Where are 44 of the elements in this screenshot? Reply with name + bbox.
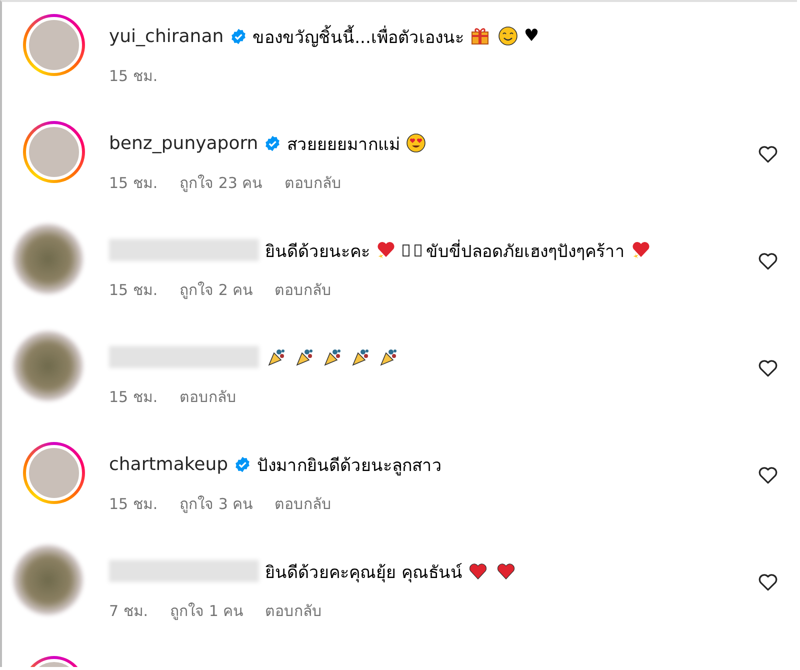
comment-text: ยินดีด้วยนะคะ	[265, 240, 370, 264]
party-popper-icon	[351, 347, 371, 367]
comment-time: 15 ชม.	[109, 173, 158, 194]
reply-link[interactable]: ตอบกลับ	[274, 492, 332, 516]
party-popper-icon	[295, 347, 315, 367]
sparkling-heart-icon	[376, 240, 396, 260]
party-popper-icon	[379, 347, 399, 367]
sparkling-heart-icon	[631, 240, 651, 260]
comment-time: 15 ชม.	[109, 387, 158, 408]
like-heart-icon[interactable]	[757, 357, 779, 379]
comment-time: 15 ชม.	[109, 66, 158, 87]
party-popper-icon	[323, 347, 343, 367]
reply-link[interactable]: ตอบกลับ	[274, 278, 332, 302]
comment-text: ขับขี่ปลอดภัยเฮงๆปังๆคร้าา	[426, 238, 625, 264]
like-heart-icon[interactable]	[757, 571, 779, 593]
username-link[interactable]: chartmakeup	[109, 454, 228, 474]
comment-text: ปังมากยินดีด้วยนะลูกสาว	[257, 454, 442, 478]
comment-text: สวยยยยมากแม่	[287, 134, 400, 156]
username-link[interactable]: benz_punyaporn	[109, 132, 258, 154]
like-count-link[interactable]: ถูกใจ 3 คน	[180, 492, 253, 516]
heart-eyes-face-icon	[406, 133, 426, 153]
reply-link[interactable]: ตอบกลับ	[284, 171, 342, 195]
like-heart-icon[interactable]	[757, 250, 779, 272]
reply-link[interactable]: ตอบกลับ	[180, 385, 237, 409]
reply-link[interactable]: ตอบกลับ	[265, 599, 322, 623]
comment-text: ♥	[524, 26, 540, 46]
heart-emoji-icon	[496, 561, 516, 581]
like-heart-icon[interactable]	[757, 464, 779, 486]
smiling-face-icon	[498, 26, 518, 46]
comment-time: 7 ชม.	[109, 601, 148, 622]
like-count-link[interactable]: ถูกใจ 2 คน	[180, 278, 253, 302]
like-heart-icon[interactable]	[757, 143, 779, 165]
like-count-link[interactable]: ถูกใจ 23 คน	[180, 171, 262, 195]
missing-glyph-icon	[402, 242, 410, 258]
heart-emoji-icon	[468, 561, 488, 581]
comment-time: 15 ชม.	[109, 494, 158, 515]
gift-icon	[470, 26, 490, 46]
missing-glyph-icon	[414, 242, 422, 258]
comment-time: 15 ชม.	[109, 280, 158, 301]
username-link[interactable]: yui_chiranan	[109, 26, 224, 46]
comment-text: ของขวัญชิ้นนี้...เพื่อตัวเองนะ	[252, 22, 464, 50]
party-popper-icon	[267, 347, 287, 367]
like-count-link[interactable]: ถูกใจ 1 คน	[170, 599, 244, 623]
comment-text: ยินดีด้วยคะคุณยุ้ย คุณธันน์	[265, 562, 462, 584]
